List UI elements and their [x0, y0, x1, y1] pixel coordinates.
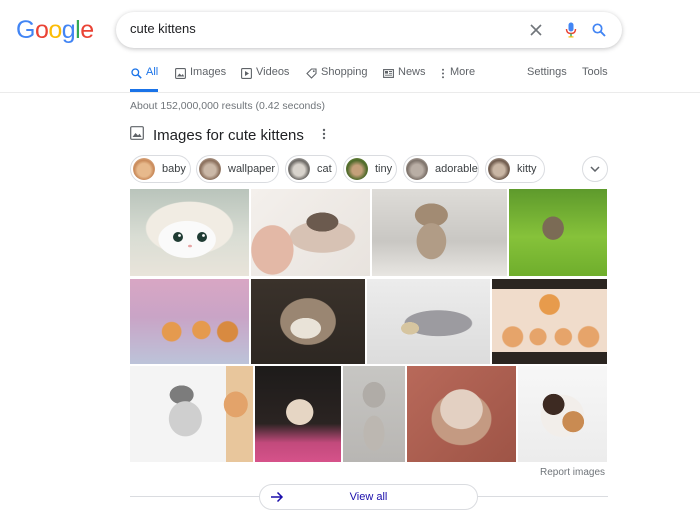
- chip-label: baby: [162, 163, 186, 175]
- tab-label: News: [398, 66, 426, 78]
- kitten-image[interactable]: [251, 279, 365, 364]
- tab-more[interactable]: More: [440, 66, 475, 92]
- kitten-image[interactable]: [509, 189, 607, 276]
- logo-letter: o: [48, 16, 62, 44]
- result-stats: About 152,000,000 results (0.42 seconds): [130, 100, 325, 112]
- search-tabs: All Images Videos Shopping News More Set…: [130, 66, 700, 92]
- search-icon: [130, 67, 142, 79]
- logo-letter: G: [16, 16, 35, 44]
- chip-baby[interactable]: baby: [130, 155, 191, 183]
- chip-kitty[interactable]: kitty: [485, 155, 545, 183]
- kitten-image[interactable]: [518, 366, 607, 462]
- tab-tools[interactable]: Tools: [582, 66, 608, 92]
- chip-label: tiny: [375, 163, 393, 175]
- arrow-right-icon: [270, 490, 284, 504]
- tab-label: Settings: [527, 66, 567, 78]
- video-icon: [240, 67, 252, 79]
- tab-shopping[interactable]: Shopping: [305, 66, 368, 92]
- more-vert-icon: [440, 67, 446, 79]
- kitten-image[interactable]: [343, 366, 405, 462]
- google-logo[interactable]: Google: [16, 16, 94, 45]
- more-vert-icon[interactable]: [322, 128, 326, 143]
- news-icon: [382, 67, 394, 79]
- kitten-image[interactable]: [255, 366, 341, 462]
- chip-thumbnail: [199, 158, 221, 180]
- search-box[interactable]: [116, 12, 622, 48]
- tab-all[interactable]: All: [130, 66, 159, 92]
- chip-thumbnail: [406, 158, 428, 180]
- kitten-image[interactable]: [367, 279, 490, 364]
- chip-wallpaper[interactable]: wallpaper: [196, 155, 279, 183]
- image-icon: [174, 67, 186, 79]
- tab-label: Videos: [256, 66, 290, 78]
- chip-thumbnail: [346, 158, 368, 180]
- tag-icon: [305, 67, 317, 79]
- kitten-eyes: [173, 232, 207, 248]
- kitten-image[interactable]: [372, 189, 507, 276]
- chip-cat[interactable]: cat: [285, 155, 337, 183]
- kitten-image[interactable]: [251, 189, 370, 276]
- tab-label: Tools: [582, 66, 608, 78]
- chip-thumbnail: [488, 158, 510, 180]
- microphone-icon[interactable]: [561, 20, 581, 40]
- chip-thumbnail: [133, 158, 155, 180]
- chevron-down-icon[interactable]: [582, 156, 608, 182]
- kitten-image[interactable]: [130, 189, 249, 276]
- close-icon[interactable]: [526, 20, 546, 40]
- logo-letter: g: [61, 16, 76, 44]
- search-icon[interactable]: [589, 20, 609, 40]
- kitten-image[interactable]: [130, 279, 249, 364]
- chip-label: wallpaper: [228, 163, 276, 175]
- images-section-header: Images for cute kittens: [130, 126, 326, 145]
- search-input[interactable]: [130, 21, 510, 36]
- chip-label: adorable: [435, 163, 478, 175]
- chip-label: kitty: [517, 163, 537, 175]
- tab-label: Shopping: [321, 66, 368, 78]
- chip-label: cat: [317, 163, 332, 175]
- tab-settings[interactable]: Settings: [527, 66, 567, 92]
- image-icon: [130, 126, 144, 145]
- chip-thumbnail: [288, 158, 310, 180]
- images-section-title: Images for cute kittens: [153, 127, 304, 144]
- view-all-label: View all: [349, 491, 388, 503]
- logo-letter: o: [34, 16, 49, 44]
- kitten-image[interactable]: [492, 279, 607, 364]
- kitten-image[interactable]: [407, 366, 516, 462]
- chip-adorable[interactable]: adorable: [403, 155, 479, 183]
- report-images-link[interactable]: Report images: [540, 467, 605, 478]
- logo-letter: e: [80, 16, 94, 44]
- tab-label: More: [450, 66, 476, 78]
- kitten-image[interactable]: [130, 366, 253, 462]
- tab-label: Images: [190, 66, 227, 78]
- tab-images[interactable]: Images: [174, 66, 226, 92]
- view-all-button[interactable]: View all: [259, 484, 478, 510]
- chip-tiny[interactable]: tiny: [343, 155, 397, 183]
- tab-news[interactable]: News: [382, 66, 426, 92]
- tab-videos[interactable]: Videos: [240, 66, 289, 92]
- tabs-divider: [0, 92, 700, 93]
- tab-label: All: [146, 66, 159, 78]
